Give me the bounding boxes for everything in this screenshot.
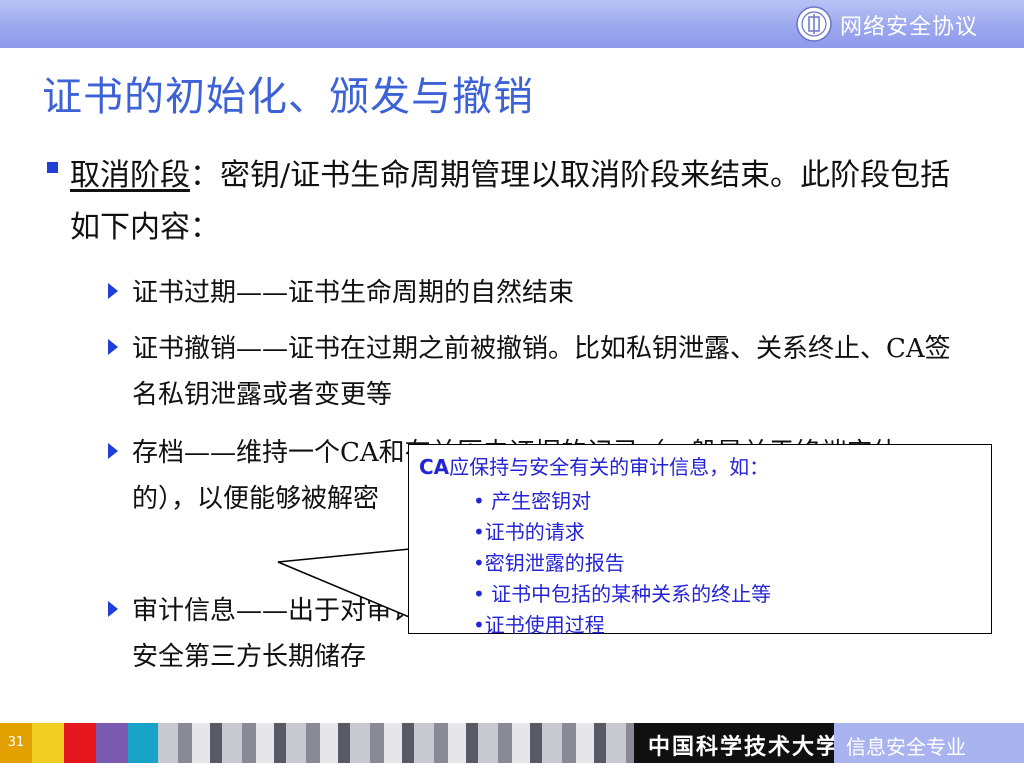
main-bullet-text: 取消阶段：密钥/证书生命周期管理以取消阶段来结束。此阶段包括如下内容： <box>70 150 970 254</box>
triangle-bullet-icon <box>108 443 118 459</box>
color-swatch <box>64 723 96 763</box>
callout-item: •证书使用过程 <box>473 613 605 637</box>
sub-item: 证书撤销——证书在过期之前被撤销。比如私钥泄露、关系终止、CA签名私钥泄露或者变… <box>108 326 968 418</box>
triangle-bullet-icon <box>108 339 118 355</box>
sub-item: 证书过期——证书生命周期的自然结束 <box>108 270 968 316</box>
callout-item: •证书的请求 <box>473 520 585 544</box>
callout-item: • 证书中包括的某种关系的终止等 <box>473 582 772 606</box>
sub-item-text: 证书撤销——证书在过期之前被撤销。比如私钥泄露、关系终止、CA签名私钥泄露或者变… <box>132 334 951 410</box>
color-swatch <box>32 723 64 763</box>
sub-item-text: 证书过期——证书生命周期的自然结束 <box>132 278 575 308</box>
main-bullet-term: 取消阶段 <box>70 158 190 193</box>
callout-heading: CA应保持与安全有关的审计信息，如： <box>419 455 770 479</box>
color-swatch <box>128 723 158 763</box>
color-swatch <box>96 723 128 763</box>
header-title: 网络安全协议 <box>840 15 979 40</box>
triangle-bullet-icon <box>108 283 118 299</box>
square-bullet-icon <box>47 162 58 173</box>
slide-number: 31 <box>0 723 32 763</box>
university-seal-icon <box>796 6 832 42</box>
department-name: 信息安全专业 <box>846 735 966 759</box>
decorative-photo-strip <box>158 723 634 763</box>
university-name: 中国科学技术大学 <box>648 734 841 760</box>
page-title: 证书的初始化、颁发与撤销 <box>42 74 534 120</box>
main-bullet-body: ：密钥/证书生命周期管理以取消阶段来结束。此阶段包括如下内容： <box>70 158 951 245</box>
callout-item: • 产生密钥对 <box>473 489 592 513</box>
triangle-bullet-icon <box>108 601 118 617</box>
callout-item: •密钥泄露的报告 <box>473 551 625 575</box>
callout-box: CA应保持与安全有关的审计信息，如： • 产生密钥对 •证书的请求 •密钥泄露的… <box>408 444 992 637</box>
